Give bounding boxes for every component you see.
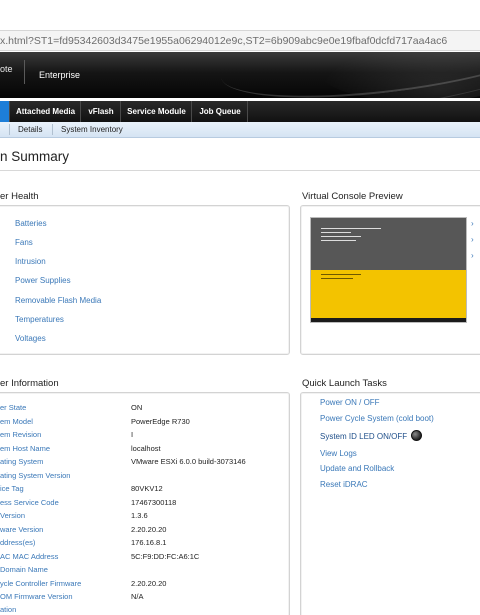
banner-divider (24, 60, 25, 84)
console-screen-top (311, 218, 466, 270)
health-link-power-supplies[interactable]: Power Supplies (15, 276, 71, 285)
server-info-title: er Information (0, 378, 59, 389)
view-logs-link[interactable]: View Logs (320, 449, 357, 458)
info-label: ess Service Code (0, 498, 59, 507)
address-bar[interactable]: x.html?ST1=fd95342603d3475e1955a06294012… (0, 30, 480, 51)
console-text-line (321, 232, 351, 233)
info-value: 2.20.20.20 (131, 579, 167, 588)
info-label: ware Version (0, 525, 44, 534)
page-title: n Summary (0, 149, 70, 164)
browser-toolbar (0, 0, 480, 30)
info-label: ation (0, 605, 17, 614)
update-rollback-link[interactable]: Update and Rollback (320, 464, 394, 473)
tab-attached-media[interactable]: Attached Media (11, 101, 81, 122)
info-value: ON (131, 403, 143, 412)
console-text-line (321, 228, 381, 229)
server-health-title: er Health (0, 191, 39, 202)
chevron-right-icon[interactable]: › (471, 219, 474, 228)
tab-label: Attached Media (15, 107, 76, 116)
info-value: VMware ESXi 6.0.0 build-3073146 (131, 457, 246, 466)
quick-launch-title: Quick Launch Tasks (302, 378, 387, 389)
title-divider (0, 170, 480, 171)
chevron-right-icon[interactable]: › (471, 251, 474, 260)
info-label: Version (0, 511, 26, 520)
tab-label: Job Queue (199, 107, 241, 116)
app-banner: ote Enterprise (0, 52, 480, 98)
info-value: 176.16.8.1 (131, 538, 167, 547)
info-label: ating System Version (0, 471, 71, 480)
console-text-line (321, 278, 353, 279)
console-text-line (321, 240, 356, 241)
reset-idrac-link[interactable]: Reset iDRAC (320, 480, 368, 489)
console-text-line (321, 236, 361, 237)
tab-properties[interactable] (0, 101, 10, 122)
subtab-separator (52, 124, 53, 135)
info-value: localhost (131, 444, 161, 453)
console-preview-title: Virtual Console Preview (302, 191, 403, 202)
info-value: N/A (131, 592, 144, 601)
health-link-fans[interactable]: Fans (15, 238, 33, 247)
tab-job-queue[interactable]: Job Queue (193, 101, 248, 122)
banner-glow (320, 52, 480, 98)
info-value: 5C:F9:DD:FC:A6:1C (131, 552, 200, 561)
health-link-removable-flash-media[interactable]: Removable Flash Media (15, 296, 101, 305)
info-label: ice Tag (0, 484, 24, 493)
console-status-bar (311, 318, 466, 322)
sub-tabs: Details System Inventory (0, 122, 480, 138)
info-label: em Host Name (0, 444, 51, 453)
info-label: em Model (0, 417, 33, 426)
info-label: AC MAC Address (0, 552, 59, 561)
subtab-separator (9, 124, 10, 135)
tab-service-module[interactable]: Service Module (122, 101, 192, 122)
power-cycle-link[interactable]: Power Cycle System (cold boot) (320, 414, 434, 423)
info-label: er State (0, 403, 27, 412)
tab-label: vFlash (88, 107, 114, 116)
console-preview-image[interactable] (310, 217, 467, 323)
info-label: Domain Name (0, 565, 48, 574)
subtab-details[interactable]: Details (18, 125, 42, 134)
tab-label: Service Module (127, 107, 186, 116)
power-on-off-link[interactable]: Power ON / OFF (320, 398, 380, 407)
tab-vflash[interactable]: vFlash (82, 101, 121, 122)
health-link-temperatures[interactable]: Temperatures (15, 315, 64, 324)
led-indicator-icon (411, 430, 422, 441)
chevron-right-icon[interactable]: › (471, 235, 474, 244)
info-label: ddress(es) (0, 538, 36, 547)
quick-launch-panel (300, 392, 480, 615)
info-value: 2.20.20.20 (131, 525, 167, 534)
main-tabs: Attached Media vFlash Service Module Job… (0, 101, 480, 122)
info-value: I (131, 430, 134, 439)
info-value: PowerEdge R730 (131, 417, 190, 426)
info-value: 1.3.6 (131, 511, 148, 520)
license-edition: Enterprise (39, 70, 81, 80)
console-text-line (321, 274, 361, 275)
info-value: 80VKV12 (131, 484, 163, 493)
health-link-voltages[interactable]: Voltages (15, 334, 46, 343)
brand-name: ote (0, 64, 13, 74)
info-label: ycle Controller Firmware (0, 579, 82, 588)
health-link-intrusion[interactable]: Intrusion (15, 257, 46, 266)
info-label: ating System (0, 457, 44, 466)
system-id-led-link[interactable]: System ID LED ON/OFF (320, 432, 407, 441)
info-label: em Revision (0, 430, 42, 439)
health-link-batteries[interactable]: Batteries (15, 219, 47, 228)
info-label: OM Firmware Version (0, 592, 73, 601)
address-url[interactable]: x.html?ST1=fd95342603d3475e1955a06294012… (0, 35, 447, 47)
info-value: 17467300118 (131, 498, 177, 507)
subtab-system-inventory[interactable]: System Inventory (61, 125, 123, 134)
